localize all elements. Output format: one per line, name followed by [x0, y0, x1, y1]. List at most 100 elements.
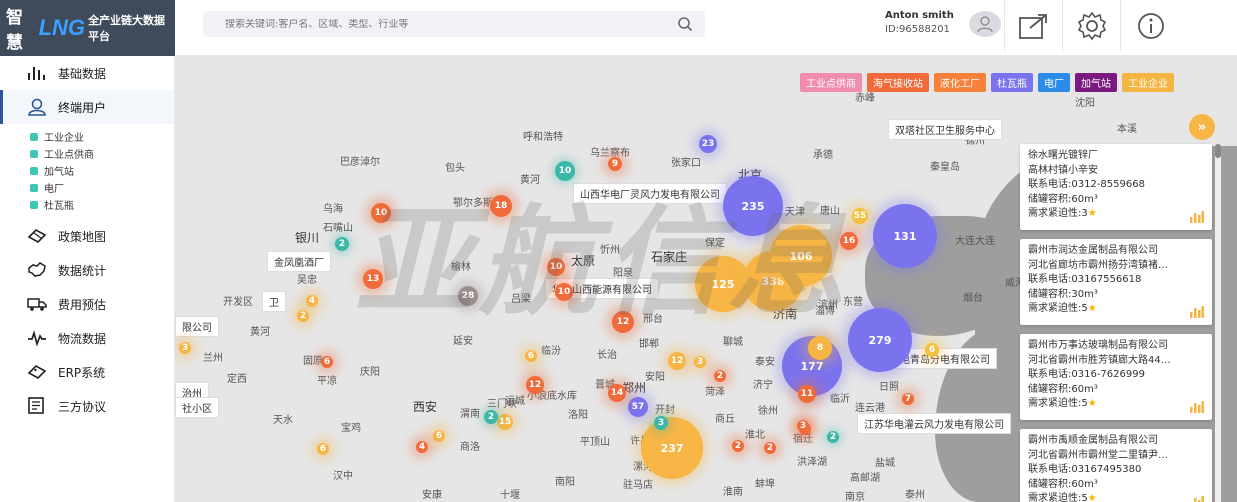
city-label: 聊城	[723, 337, 743, 348]
sidebar-item-data-stats[interactable]: 数据统计	[0, 253, 174, 287]
poi-label[interactable]: 社小区	[175, 397, 219, 418]
poi-label[interactable]: 金凤凰酒厂	[267, 251, 331, 272]
app-root: 智慧 LNG 全产业链大数据平台 Anton smith ID:96588201	[0, 0, 1237, 502]
cluster-bubble[interactable]: 2	[297, 310, 309, 322]
cluster-bubble[interactable]: 10	[555, 161, 575, 181]
cluster-bubble[interactable]: 2	[714, 370, 726, 382]
cluster-bubble[interactable]: 6	[433, 430, 445, 442]
cluster-bubble[interactable]: 2	[732, 440, 744, 452]
cluster-bubble[interactable]: 4	[416, 441, 428, 453]
cluster-bubble[interactable]: 106	[770, 225, 832, 287]
cluster-bubble[interactable]: 6	[925, 343, 939, 357]
cluster-bubble[interactable]: 2	[827, 431, 839, 443]
cluster-bubble[interactable]: 28	[458, 286, 478, 306]
poi-label[interactable]: 双塔社区卫生服务中心	[888, 119, 1002, 140]
legend-industrial-supplier[interactable]: 工业点供商	[800, 73, 862, 92]
scrollbar-thumb[interactable]	[1215, 144, 1221, 158]
legend-lng-receiving[interactable]: 海气接收站	[867, 73, 929, 92]
cluster-bubble[interactable]: 3	[694, 356, 706, 368]
cards-scrollbar[interactable]	[1215, 144, 1221, 502]
cluster-bubble[interactable]: 2	[764, 442, 776, 454]
cluster-bubble[interactable]: 8	[808, 336, 832, 360]
sub-item-gas-station[interactable]: 加气站	[30, 162, 174, 179]
city-label: 安阳	[645, 372, 665, 383]
customer-card[interactable]: 霸州市禹顺金属制品有限公司 河北省霸州市霸州堂二里镇尹… 联系电话:031674…	[1020, 429, 1212, 502]
cluster-bubble[interactable]: 18	[490, 195, 512, 217]
logo[interactable]: 智慧 LNG 全产业链大数据平台	[0, 0, 175, 56]
avatar-person-icon	[977, 16, 993, 33]
poi-label[interactable]: 山西华电厂灵风力发电有限公司	[573, 183, 727, 204]
legend-dewar[interactable]: 杜瓦瓶	[991, 73, 1033, 92]
sidebar-item-logistics[interactable]: 物流数据	[0, 321, 174, 355]
cluster-bubble[interactable]: 12	[612, 311, 634, 333]
poi-label[interactable]: 卫	[262, 291, 286, 312]
cluster-bubble[interactable]: 16	[840, 232, 858, 250]
legend-industrial-enterprise[interactable]: 工业企业	[1122, 73, 1174, 92]
sidebar-item-policy-map[interactable]: 政策地图	[0, 219, 174, 253]
cluster-bubble[interactable]: 6	[321, 356, 333, 368]
customer-card[interactable]: 霸州市万事达玻璃制品有限公司 河北省霸州市胜芳镇廊大路44… 联系电话:0316…	[1020, 334, 1212, 420]
cluster-bubble[interactable]: 9	[608, 157, 622, 171]
user-icon	[26, 98, 48, 116]
sub-item-power-plant[interactable]: 电厂	[30, 179, 174, 196]
cluster-bubble[interactable]: 55	[852, 208, 868, 224]
cluster-bubble[interactable]: 23	[699, 135, 717, 153]
customer-card[interactable]: 徐水曙光镀锌厂 高林村镇小辛安 联系电话:0312-8559668 储罐容积:6…	[1020, 144, 1212, 230]
sidebar-item-end-users[interactable]: 终端用户	[0, 90, 174, 124]
cluster-bubble[interactable]: 235	[723, 176, 783, 236]
sub-item-industrial-supplier[interactable]: 工业点供商	[30, 145, 174, 162]
search-input[interactable]	[225, 18, 677, 30]
cluster-bubble[interactable]: 11	[798, 385, 816, 403]
sub-item-industrial-enterprise[interactable]: 工业企业	[30, 128, 174, 145]
city-label: 烟台	[963, 293, 983, 304]
cluster-bubble[interactable]: 3	[654, 416, 668, 430]
sidebar-item-basic-data[interactable]: 基础数据	[0, 56, 174, 90]
cluster-bubble[interactable]: 14	[608, 384, 626, 402]
legend-power-plant[interactable]: 电厂	[1038, 73, 1070, 92]
cluster-bubble[interactable]: 57	[628, 397, 648, 417]
sub-item-dewar[interactable]: 杜瓦瓶	[30, 196, 174, 213]
cluster-bubble[interactable]: 2	[335, 237, 349, 251]
city-label: 徐州	[758, 406, 778, 417]
cluster-bubble[interactable]: 13	[363, 269, 383, 289]
cluster-bubble[interactable]: 131	[873, 204, 937, 268]
city-label: 承德	[813, 150, 833, 161]
city-label: 商丘	[715, 414, 735, 425]
cluster-bubble[interactable]: 10	[371, 203, 391, 223]
poi-label[interactable]: 限公司	[175, 316, 219, 337]
search-icon[interactable]	[677, 16, 693, 32]
cluster-bubble[interactable]: 10	[555, 283, 573, 301]
avatar[interactable]	[969, 11, 1001, 37]
cluster-bubble[interactable]: 7	[902, 393, 914, 405]
map-view[interactable]: 呼和浩特乌兰察布张家口赤峰沈阳本溪丹东承德锦州辽阳秦皇岛北京天津唐山廊坊大连保定…	[175, 56, 1237, 502]
cluster-bubble[interactable]: 15	[497, 414, 513, 430]
customer-card[interactable]: 霸州市润达金属制品有限公司 河北省廊坊市霸州扬芬湾镇褚… 联系电话:031675…	[1020, 239, 1212, 325]
sidebar-item-erp[interactable]: ERP系统	[0, 355, 174, 389]
city-label: 菏泽	[705, 387, 725, 398]
info-button[interactable]	[1120, 0, 1180, 52]
expand-panel-button[interactable]: »	[1189, 114, 1215, 140]
cluster-bubble[interactable]: 2	[484, 410, 498, 424]
sidebar-item-cost-estimate[interactable]: 费用预估	[0, 287, 174, 321]
cluster-bubble[interactable]: 3	[179, 342, 191, 354]
poi-label[interactable]: 江苏华电灌云风力发电有限公司	[857, 413, 1011, 434]
card-phone: 联系电话:03167556618	[1028, 274, 1142, 285]
cluster-bubble[interactable]: 12	[526, 376, 544, 394]
cluster-bubble[interactable]: 6	[525, 350, 537, 362]
cluster-bubble[interactable]: 3	[797, 420, 809, 432]
city-label: 平顶山	[580, 437, 610, 448]
cluster-bubble[interactable]: 6	[317, 443, 329, 455]
sidebar-item-tripartite[interactable]: 三方协议	[0, 389, 174, 423]
legend-liquefaction[interactable]: 液化工厂	[934, 73, 986, 92]
cluster-bubble[interactable]: 279	[848, 308, 912, 372]
share-button[interactable]	[1004, 0, 1062, 52]
cluster-bubble[interactable]: 4	[306, 295, 318, 307]
settings-button[interactable]	[1062, 0, 1120, 52]
legend-gas-station[interactable]: 加气站	[1075, 73, 1117, 92]
city-label: 石家庄	[651, 250, 688, 264]
cluster-bubble[interactable]: 10	[547, 258, 565, 276]
sub-item-label: 工业点供商	[44, 150, 94, 161]
cluster-bubble[interactable]: 237	[641, 417, 703, 479]
cluster-bubble[interactable]: 12	[668, 352, 686, 370]
double-chevron-right-icon: »	[1197, 119, 1207, 135]
